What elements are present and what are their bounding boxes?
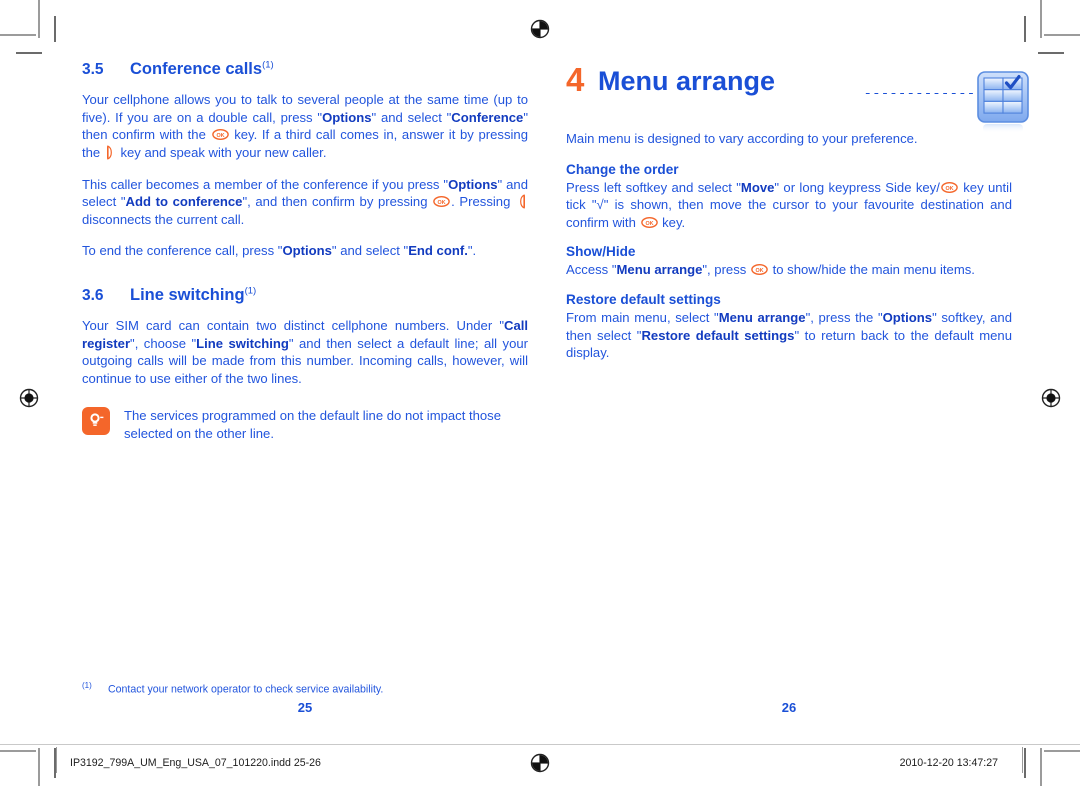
section-title: Line switching — [130, 285, 245, 304]
footnote-marker: (1) — [244, 285, 257, 297]
print-bar-right-rule — [1022, 747, 1023, 773]
print-timestamp: 2010-12-20 13:47:27 — [899, 757, 998, 769]
subsection-heading: Show/Hide — [566, 244, 636, 260]
page-number-right: 26 — [781, 700, 797, 715]
svg-text:OK: OK — [945, 186, 953, 192]
subsection-text: Press left softkey and select "Move" or … — [566, 179, 1012, 230]
hangup-key-icon — [517, 194, 526, 209]
paragraph-end-conference: To end the conference call, press "Optio… — [82, 243, 477, 259]
section-heading-conference-calls: 3.5 Conference calls(1) — [82, 60, 528, 78]
paragraph-add-to-conference: This caller becomes a member of the conf… — [82, 176, 528, 227]
ok-key-icon: OK — [941, 181, 958, 193]
menu-grid-check-icon — [974, 70, 1034, 136]
left-page-column: 3.5 Conference calls(1) Your cellphone al… — [82, 60, 528, 443]
tip-text: The services programmed on the default l… — [124, 408, 502, 441]
footnote-marker: (1) — [262, 59, 274, 71]
pickup-key-icon — [106, 145, 115, 160]
block-change-the-order: Change the order Press left softkey and … — [566, 161, 1012, 232]
subsection-text: Access "Menu arrange", press OK to show/… — [566, 262, 975, 278]
crop-mark-top-left-horizontal — [0, 34, 36, 36]
svg-text:OK: OK — [645, 221, 653, 227]
subsection-heading: Change the order — [566, 161, 679, 177]
section-title: Conference calls — [130, 60, 263, 78]
ok-key-icon: OK — [211, 129, 229, 141]
manual-page-spread: 3.5 Conference calls(1) Your cellphone al… — [0, 0, 1080, 798]
tip-callout: The services programmed on the default l… — [82, 407, 528, 442]
right-page-column: 4 Menu arrange ................ — [566, 60, 1029, 362]
chapter-number: 4 — [566, 61, 585, 98]
crop-mark-top-right-inner-horizontal — [1038, 52, 1064, 54]
block-show-hide: Show/Hide Access "Menu arrange", press O… — [566, 243, 1012, 279]
registration-mark-top — [527, 16, 553, 42]
section-number: 3.5 — [82, 61, 104, 78]
ok-key-icon: OK — [751, 264, 768, 276]
print-info-bar: IP3192_799A_UM_Eng_USA_07_101220.indd 25… — [0, 744, 1080, 798]
crop-mark-top-left-vertical — [38, 0, 40, 38]
crop-mark-top-left-inner-vertical — [54, 16, 56, 42]
footnote-mark: (1) — [82, 681, 92, 690]
crop-mark-top-right-horizontal — [1044, 34, 1080, 36]
crop-mark-top-right-vertical — [1040, 0, 1042, 38]
lightbulb-icon — [82, 407, 110, 436]
section-heading-line-switching: 3.6 Line switching(1) — [82, 286, 528, 304]
svg-text:OK: OK — [755, 268, 763, 274]
paragraph-conference-intro: Your cellphone allows you to talk to sev… — [82, 92, 528, 160]
footnote-text: Contact your network operator to check s… — [108, 683, 384, 696]
registration-mark-right — [1038, 385, 1064, 411]
block-restore-default-settings: Restore default settings From main menu,… — [566, 291, 1012, 362]
paragraph-line-switching: Your SIM card can contain two distinct c… — [82, 318, 528, 386]
ok-key-icon: OK — [640, 216, 658, 228]
ok-key-icon: OK — [433, 196, 450, 208]
svg-text:OK: OK — [216, 133, 224, 139]
chapter-intro: Main menu is designed to vary according … — [566, 131, 918, 146]
crop-mark-top-left-inner-horizontal — [16, 52, 42, 54]
footnote: (1) Contact your network operator to chec… — [82, 679, 528, 697]
section-number: 3.6 — [82, 286, 104, 304]
page-number-left: 25 — [297, 700, 313, 715]
svg-text:OK: OK — [438, 200, 446, 206]
subsection-text: From main menu, select "Menu arrange", p… — [566, 309, 1012, 361]
crop-mark-top-right-inner-vertical — [1024, 16, 1026, 42]
print-file-name: IP3192_799A_UM_Eng_USA_07_101220.indd 25… — [70, 757, 321, 769]
chapter-header: 4 Menu arrange ................ — [566, 60, 1029, 133]
subsection-heading: Restore default settings — [566, 291, 721, 307]
chapter-title: Menu arrange — [598, 66, 776, 96]
print-bar-left-rule — [56, 747, 57, 773]
registration-mark-left — [16, 385, 42, 411]
